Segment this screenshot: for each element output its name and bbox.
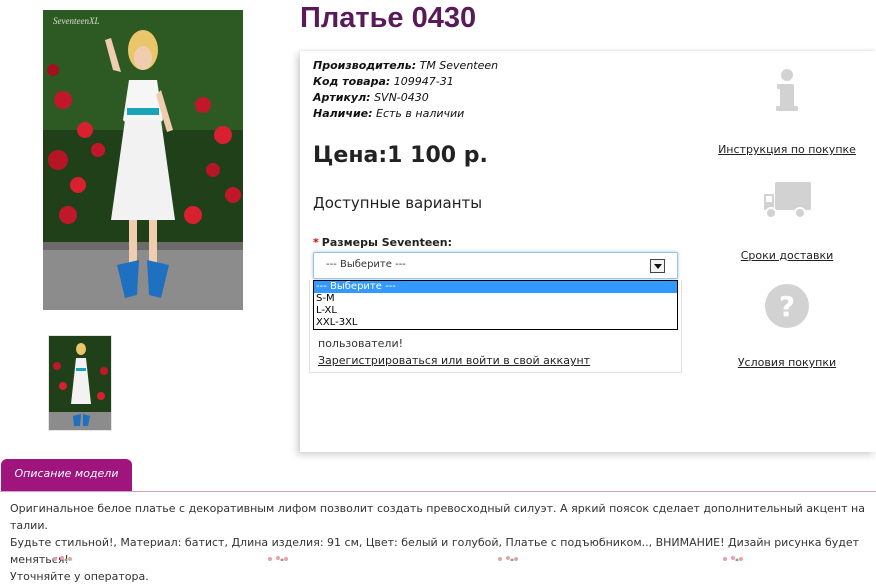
product-code-value: 109947-31 [393, 75, 454, 88]
thumbnail-image [49, 336, 111, 430]
login-notice-text: пользователи! [318, 337, 404, 350]
page-title: Платье 0430 [300, 2, 477, 34]
size-option-xxl-3xl[interactable]: XXL-3XL [314, 317, 677, 329]
size-option-placeholder[interactable]: --- Выберите --- [314, 281, 677, 293]
product-thumbnail[interactable] [48, 335, 112, 431]
product-main-photo[interactable]: SeventeenXL [43, 10, 243, 310]
product-description: Оригинальное белое платье с декоративным… [10, 500, 870, 585]
description-line-3: Уточняйте у оператора. [10, 570, 149, 583]
size-dropdown-list: --- Выберите --- S-M L-XL XXL-3XL [313, 280, 678, 330]
stock-value: Есть в наличии [376, 107, 465, 120]
tab-description-label: Описание модели [14, 467, 119, 480]
chevron-down-icon[interactable] [650, 259, 665, 273]
size-label: * Размеры Seventeen: [313, 236, 452, 249]
info-icon[interactable] [762, 66, 812, 116]
product-price: Цена:1 100 р. [313, 143, 488, 168]
size-select-value: --- Выберите --- [326, 259, 406, 270]
description-line-1: Оригинальное белое платье с декоративным… [10, 502, 865, 532]
svg-text:?: ? [779, 290, 795, 323]
description-divider [0, 491, 876, 492]
sku-label: Артикул: [313, 91, 371, 104]
required-star: * [313, 236, 319, 249]
sidebar-link-delivery-time[interactable]: Сроки доставки [716, 249, 858, 262]
photo-watermark: SeventeenXL [53, 16, 99, 26]
stock-label: Наличие: [313, 107, 373, 120]
question-icon[interactable]: ? [762, 281, 812, 331]
register-login-link[interactable]: Зарегистрироваться или войти в свой акка… [318, 354, 590, 367]
product-code-row: Код товара: 109947-31 [313, 75, 454, 88]
sidebar-link-purchase-terms[interactable]: Условия покупки [716, 356, 858, 369]
sku-row: Артикул: SVN-0430 [313, 91, 429, 104]
product-photo-image: SeventeenXL [43, 10, 243, 310]
variants-heading: Доступные варианты [313, 194, 483, 212]
decorative-flower-border [0, 546, 876, 562]
manufacturer-value: ТМ Seventeen [419, 59, 499, 72]
stock-row: Наличие: Есть в наличии [313, 107, 464, 120]
product-code-label: Код товара: [313, 75, 391, 88]
sidebar-link-purchase-guide[interactable]: Инструкция по покупке [716, 143, 858, 156]
truck-icon[interactable] [762, 176, 812, 226]
size-option-l-xl[interactable]: L-XL [314, 305, 677, 317]
manufacturer-row: Производитель: ТМ Seventeen [313, 59, 498, 72]
size-option-s-m[interactable]: S-M [314, 293, 677, 305]
sku-value: SVN-0430 [374, 91, 429, 104]
manufacturer-label: Производитель: [313, 59, 417, 72]
size-label-text: Размеры Seventeen: [321, 236, 452, 249]
